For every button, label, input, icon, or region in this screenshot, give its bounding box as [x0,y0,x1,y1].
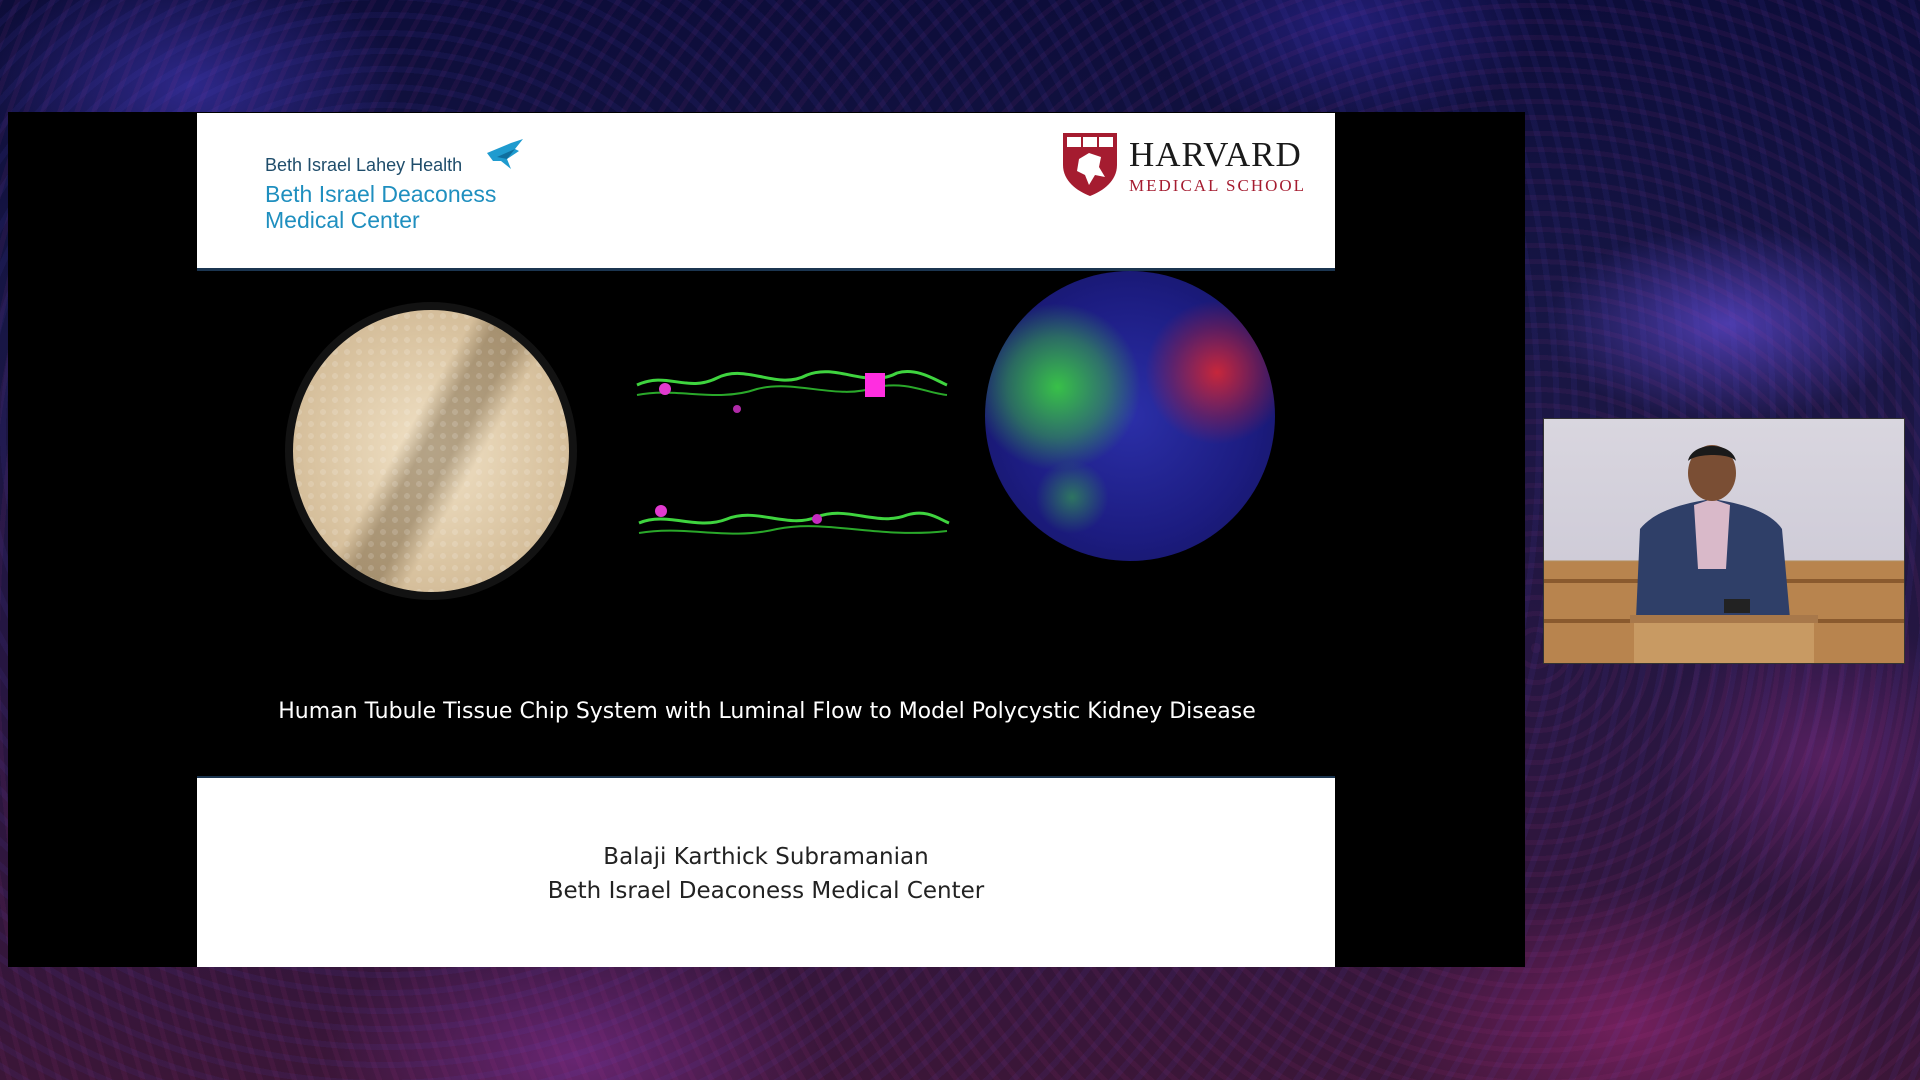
presenter-block: Balaji Karthick Subramanian Beth Israel … [197,840,1335,908]
brightfield-micrograph [293,310,569,592]
bidmc-name-text: Beth Israel Deaconess Medical Center [265,181,497,233]
tubule-fluorescence-micrograph [636,370,950,535]
slide-title: Human Tubule Tissue Chip System with Lum… [278,699,1256,724]
speaker-figure [1544,445,1904,663]
slide-header: Beth Israel Lahey Health Beth Israel Dea… [197,113,1335,271]
presenter-affiliation: Beth Israel Deaconess Medical Center [547,878,985,904]
presenter-name: Balaji Karthick Subramanian [603,844,929,870]
kidney-tissue-fluorescence-micrograph [985,271,1275,561]
bidmc-logo: Beth Israel Lahey Health Beth Israel Dea… [265,139,525,249]
harvard-wordmark: HARVARD [1129,135,1302,174]
bilh-bird-logo-icon [487,139,523,169]
speaker-video-thumbnail[interactable] [1543,418,1905,664]
harvard-medical-school-logo: HARVARD MEDICAL SCHOOL [1061,131,1329,201]
bilh-brand-text: Beth Israel Lahey Health [265,155,463,175]
presentation-slide: Beth Israel Lahey Health Beth Israel Dea… [197,113,1335,967]
medical-school-wordmark: MEDICAL SCHOOL [1129,176,1307,195]
harvard-veritas-shield-icon [1063,133,1117,196]
slide-footer: Balaji Karthick Subramanian Beth Israel … [197,776,1335,967]
